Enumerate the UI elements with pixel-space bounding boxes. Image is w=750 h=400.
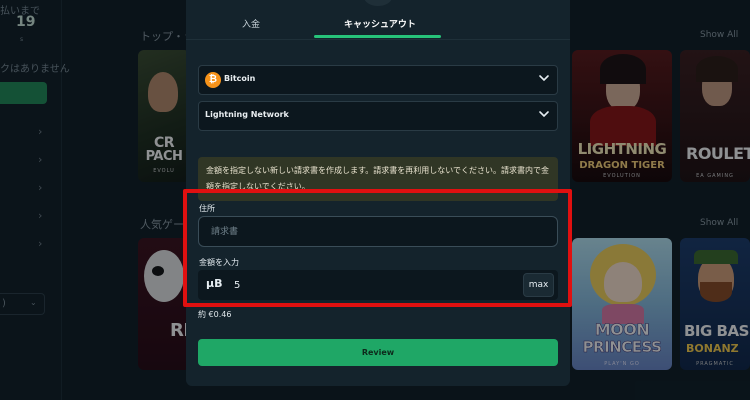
- chevron-right-icon[interactable]: ›: [38, 153, 42, 166]
- chevron-down-icon: [539, 75, 549, 82]
- game-title: ROULET: [686, 144, 750, 163]
- amount-unit: µΒ: [206, 277, 223, 290]
- address-label: 住所: [199, 204, 215, 213]
- currency-select[interactable]: ₿ Bitcoin: [198, 65, 558, 95]
- left-sidebar: 払いまで 19 s クはありません › › › › › ) ⌄: [0, 0, 70, 400]
- game-title: MOON: [594, 320, 650, 339]
- sidebar-counter-unit: s: [20, 36, 24, 43]
- invoice-notice: 金額を指定しない新しい請求書を作成します。請求書を再利用しないでください。請求書…: [198, 157, 558, 201]
- game-card-lightning[interactable]: LIGHTNING DRAGON TIGER EVOLUTION: [572, 50, 672, 182]
- chevron-right-icon[interactable]: ›: [38, 237, 42, 250]
- hair-shape: [696, 56, 738, 82]
- beard-shape: [700, 282, 732, 302]
- chevron-right-icon[interactable]: ›: [38, 209, 42, 222]
- game-title-line2: PRINCESS: [582, 338, 662, 356]
- sidebar-action-button[interactable]: [0, 82, 47, 104]
- sidebar-counter: 19: [16, 14, 36, 30]
- hat-shape: [694, 250, 738, 264]
- game-card-roulette[interactable]: ROULET EA GAMING: [680, 50, 750, 182]
- address-input[interactable]: [198, 216, 558, 247]
- review-button[interactable]: Review: [198, 339, 558, 366]
- game-card-cra[interactable]: CR PACH EVOLU: [138, 50, 190, 182]
- approx-value: 約 €0.46: [198, 310, 232, 319]
- sidebar-dropdown-value: ): [2, 298, 6, 309]
- active-tab-indicator: [314, 35, 441, 38]
- chevron-right-icon[interactable]: ›: [38, 181, 42, 194]
- game-provider: PLAY'N GO: [604, 361, 640, 367]
- show-all-link[interactable]: Show All: [700, 218, 738, 228]
- game-provider: EA GAMING: [696, 173, 734, 179]
- character-shape: [144, 250, 184, 302]
- game-title: BIG BAS: [684, 322, 749, 340]
- game-title: CR: [153, 135, 175, 151]
- game-card-moon-princess[interactable]: MOON PRINCESS PLAY'N GO: [572, 238, 672, 370]
- sidebar-empty-message: クはありません: [0, 64, 70, 75]
- hair-shape: [600, 54, 646, 84]
- game-card-big-bass[interactable]: BIG BAS BONANZ PRAGMATIC: [680, 238, 750, 370]
- section-title-popular: 人気ゲー: [140, 218, 184, 231]
- show-all-link[interactable]: Show All: [700, 30, 738, 40]
- currency-select-value: Bitcoin: [224, 74, 256, 83]
- tab-deposit[interactable]: 入金: [242, 17, 260, 30]
- amount-input[interactable]: [234, 275, 514, 295]
- amount-label: 金額を入力: [199, 258, 239, 267]
- tab-cashout[interactable]: キャッシュアウト: [344, 17, 416, 30]
- game-card-rip[interactable]: RIP: [138, 238, 190, 370]
- modal-tabs: 入金 キャッシュアウト: [186, 0, 570, 40]
- game-provider: EVOLUTION: [603, 173, 641, 179]
- max-button[interactable]: max: [523, 273, 554, 297]
- game-title-line2: DRAGON TIGER: [579, 160, 665, 171]
- eye-shape: [152, 266, 164, 276]
- chevron-down-icon: ⌄: [30, 298, 37, 307]
- game-provider: EVOLU: [153, 168, 175, 174]
- chevron-right-icon[interactable]: ›: [38, 125, 42, 138]
- cashout-modal: 入金 キャッシュアウト ₿ Bitcoin Lightning Network …: [186, 0, 570, 386]
- game-title: LIGHTNING: [577, 140, 667, 158]
- network-select[interactable]: Lightning Network: [198, 101, 558, 131]
- game-provider: PRAGMATIC: [696, 361, 734, 367]
- amount-field: µΒ max: [198, 270, 558, 300]
- sidebar-dropdown[interactable]: ) ⌄: [0, 293, 45, 315]
- game-title-line2: PACH: [145, 149, 183, 164]
- network-select-value: Lightning Network: [205, 110, 289, 119]
- game-title-line2: BONANZ: [686, 342, 739, 355]
- chevron-down-icon: [539, 111, 549, 118]
- bitcoin-icon: ₿: [205, 72, 221, 88]
